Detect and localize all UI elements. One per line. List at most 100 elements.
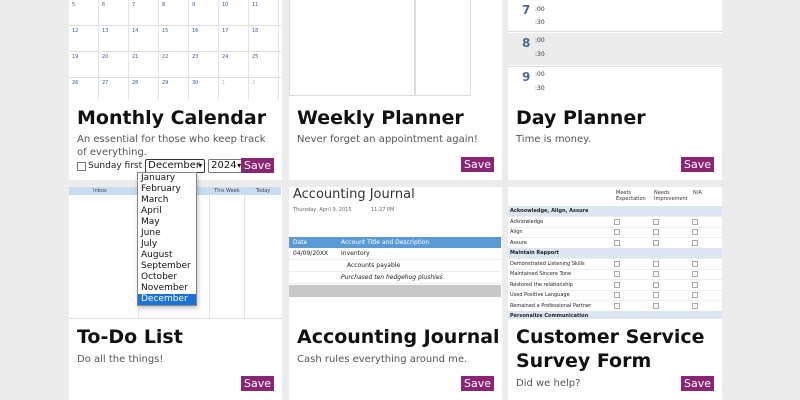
card-description: Never forget an appointment again! (297, 134, 478, 145)
journal-row: Purchased ten hedgehog plushies (289, 272, 501, 284)
todo-column-header: This Week (214, 188, 240, 194)
survey-checkbox[interactable] (614, 239, 620, 246)
survey-checkbox[interactable] (653, 239, 659, 246)
calendar-day: 11 (249, 0, 279, 26)
survey-checkbox[interactable] (692, 292, 698, 298)
survey-checkbox[interactable] (653, 229, 659, 235)
chevron-down-icon: ▾ (198, 161, 203, 170)
month-option-december[interactable]: December (138, 294, 196, 305)
survey-checkbox[interactable] (653, 292, 659, 298)
survey-checkbox[interactable] (692, 218, 698, 225)
card-accounting-journal: Accounting Journal Thursday, April 9, 20… (289, 187, 502, 400)
journal-row-text: Inventory (341, 250, 370, 257)
survey-checkbox[interactable] (692, 271, 698, 277)
card-monthly-calendar: 5 6 7 8 9 10 11 12 13 14 15 16 17 18 19 … (69, 0, 282, 180)
month-option-july[interactable]: July (138, 239, 196, 250)
save-button[interactable]: Save (681, 157, 714, 172)
month-option-april[interactable]: April (138, 206, 196, 217)
journal-thumb-date: Thursday, April 9, 2015 (293, 207, 352, 213)
survey-col-header: N/A (693, 190, 702, 196)
journal-row: Accounts payable (289, 260, 501, 272)
journal-thumb-time: 11:27 PM (371, 207, 395, 213)
hour-slot: 8 :00 :30 (508, 33, 722, 65)
month-option-may[interactable]: May (138, 217, 196, 228)
survey-checkbox[interactable] (614, 292, 620, 298)
survey-checkbox[interactable] (692, 260, 698, 267)
month-option-november[interactable]: November (138, 283, 196, 294)
card-description: Time is money. (516, 134, 591, 145)
minute-label: :30 (535, 85, 545, 92)
survey-checkbox[interactable] (653, 271, 659, 277)
year-select-value: 2024 (211, 160, 237, 171)
month-option-september[interactable]: September (138, 261, 196, 272)
calendar-day: 10 (219, 0, 249, 26)
month-select[interactable]: December ▾ (145, 159, 206, 173)
todo-column-header: Inbox (93, 188, 107, 194)
journal-col-date: Date (293, 239, 308, 246)
calendar-day: 26 (69, 78, 99, 100)
month-option-january[interactable]: January (138, 173, 196, 184)
survey-row: Align (508, 227, 722, 238)
monthly-calendar-thumbnail[interactable]: 5 6 7 8 9 10 11 12 13 14 15 16 17 18 19 … (69, 0, 281, 100)
month-option-june[interactable]: June (138, 228, 196, 239)
survey-checkbox[interactable] (614, 302, 620, 309)
calendar-day: 6 (99, 0, 129, 26)
survey-checkbox[interactable] (692, 229, 698, 235)
survey-checkbox[interactable] (692, 239, 698, 246)
month-dropdown-list[interactable]: January February March April May June July Augu… (137, 172, 197, 306)
calendar-day: 19 (69, 52, 99, 78)
minute-label: :00 (535, 6, 545, 13)
calendar-day: 8 (159, 0, 189, 26)
journal-total-row (289, 285, 501, 297)
save-button[interactable]: Save (461, 376, 494, 391)
year-select[interactable]: 2024 ▾ (208, 159, 245, 173)
survey-checkbox[interactable] (614, 218, 620, 225)
planner-column (289, 0, 415, 96)
calendar-day: 28 (129, 78, 159, 100)
survey-checkbox[interactable] (653, 281, 659, 288)
survey-checkbox[interactable] (653, 218, 659, 225)
journal-thumb-title: Accounting Journal (293, 187, 415, 202)
day-planner-thumbnail[interactable]: 7 :00 :30 8 :00 :30 9 :00 :30 (508, 0, 722, 97)
survey-checkbox[interactable] (614, 271, 620, 277)
survey-checkbox[interactable] (653, 302, 659, 309)
accounting-journal-thumbnail[interactable]: Accounting Journal Thursday, April 9, 20… (289, 187, 502, 312)
card-title: Weekly Planner (297, 107, 464, 129)
month-option-february[interactable]: February (138, 184, 196, 195)
survey-col-header: Meets Expectation (616, 190, 646, 202)
save-button[interactable]: Save (681, 376, 714, 391)
save-button[interactable]: Save (241, 376, 274, 391)
survey-row: Acknowledge (508, 217, 722, 228)
save-button[interactable]: Save (241, 158, 274, 173)
survey-checkbox[interactable] (614, 281, 620, 288)
survey-checkbox[interactable] (692, 281, 698, 288)
card-title: Day Planner (516, 107, 646, 129)
journal-row-text: Purchased ten hedgehog plushies (341, 274, 443, 281)
calendar-week-row: 26 27 28 29 30 1 2 (69, 78, 281, 100)
sunday-first-checkbox[interactable] (77, 161, 86, 171)
survey-row-label: Maintained Sincere Tone (510, 271, 572, 277)
survey-row: Used Positive Language (508, 290, 722, 301)
save-button[interactable]: Save (461, 157, 494, 172)
month-select-value: December (148, 160, 200, 171)
survey-section-row: Personalize Communication (508, 311, 722, 319)
survey-checkbox[interactable] (692, 302, 698, 309)
month-option-october[interactable]: October (138, 272, 196, 283)
survey-checkbox[interactable] (614, 229, 620, 235)
month-option-august[interactable]: August (138, 250, 196, 261)
survey-row-label: Restored the relationship (510, 281, 573, 288)
survey-row: Remained a Professional Partner (508, 301, 722, 312)
survey-row-label: Maintain Rapport (510, 250, 560, 256)
survey-checkbox[interactable] (653, 260, 659, 267)
survey-form-thumbnail[interactable]: Meets Expectation Needs Improvement N/A … (508, 187, 722, 319)
calendar-day: 2 (249, 78, 279, 100)
planner-column (415, 0, 471, 96)
weekly-planner-thumbnail[interactable] (289, 0, 502, 97)
survey-row-label: Acknowledge (510, 218, 544, 225)
journal-header-row: Date Account Title and Description (289, 237, 501, 248)
todo-column (209, 195, 245, 318)
survey-checkbox[interactable] (614, 260, 620, 267)
calendar-day: 18 (249, 26, 279, 52)
card-day-planner: 7 :00 :30 8 :00 :30 9 :00 :30 Day Planne… (508, 0, 722, 180)
month-option-march[interactable]: March (138, 195, 196, 206)
